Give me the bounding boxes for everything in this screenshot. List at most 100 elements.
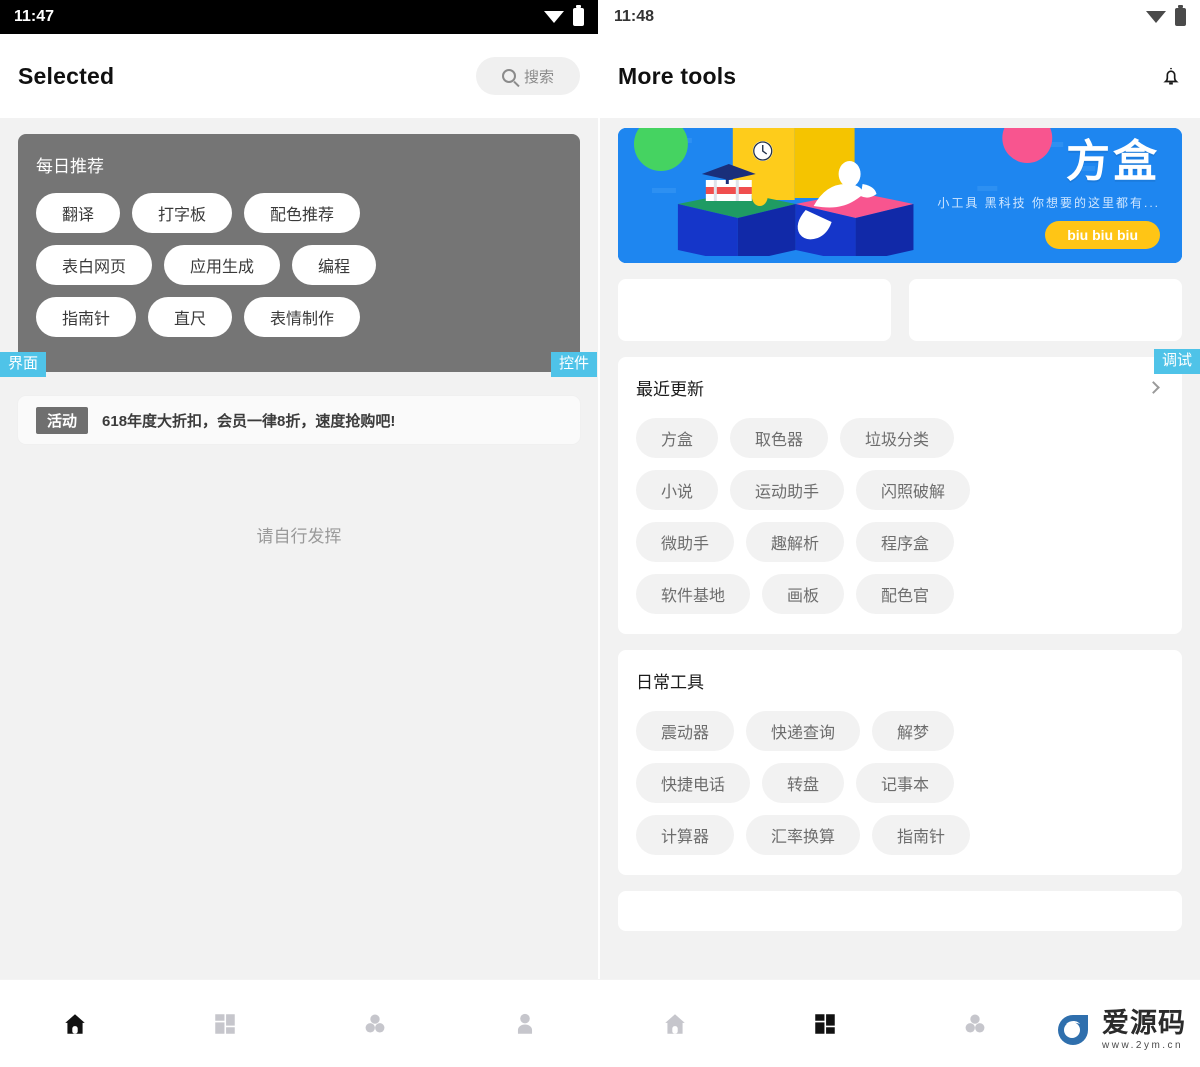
placeholder-card[interactable] [618, 279, 891, 341]
watermark-name: 爱源码 [1102, 1007, 1186, 1038]
bell-icon[interactable] [1160, 64, 1182, 88]
dual-panel-screen: 11:47 Selected 搜索 每日推荐 翻译 打字板 配色推荐 表白网页 … [0, 0, 1200, 1067]
wifi-icon [544, 11, 564, 23]
nav-item-person[interactable] [450, 1011, 600, 1037]
nav-item-home[interactable] [600, 1011, 750, 1037]
chip-row: 小说 运动助手 闪照破解 [636, 470, 1164, 510]
watermark-url: www.2ym.cn [1102, 1039, 1184, 1051]
badge-interface: 界面 [0, 352, 47, 377]
chip-item[interactable]: 表情制作 [244, 297, 361, 337]
home-icon [665, 1013, 685, 1034]
section-header: 日常工具 [636, 668, 1164, 693]
chip-row: 震动器 快递查询 解梦 [636, 711, 1164, 751]
battery-icon [573, 5, 584, 26]
left-bottom-nav [0, 980, 600, 1067]
recent-updates-chip-list: 方盒 取色器 垃圾分类 小说 运动助手 闪照破解 微助手 趣解析 程序盒 软件基… [636, 418, 1164, 614]
chip-item[interactable]: 震动器 [636, 711, 735, 751]
chip-item[interactable]: 微助手 [636, 522, 735, 562]
placeholder-card-row [618, 279, 1182, 341]
banner-cta-button[interactable]: biu biu biu [1045, 221, 1160, 249]
section-header[interactable]: 最近更新 [636, 375, 1164, 400]
nav-item-home[interactable] [0, 1011, 150, 1037]
recent-updates-section: 最近更新 方盒 取色器 垃圾分类 小说 运动助手 闪照破解 微助手 趣解析 程序… [618, 357, 1182, 634]
banner-title: 方盒 [1066, 137, 1160, 186]
chip-item[interactable]: 小说 [636, 470, 719, 510]
chip-item[interactable]: 程序盒 [856, 522, 955, 562]
placeholder-hint: 请自行发挥 [256, 527, 342, 546]
chip-row: 微助手 趣解析 程序盒 [636, 522, 1164, 562]
dashboard-icon [215, 1013, 235, 1034]
person-icon [517, 1013, 533, 1034]
chip-item[interactable]: 指南针 [872, 815, 971, 855]
chip-item[interactable]: 解梦 [872, 711, 955, 751]
group-icon [365, 1013, 385, 1032]
chip-item[interactable]: 应用生成 [164, 245, 281, 285]
section-title: 最近更新 [636, 380, 704, 399]
chip-item[interactable]: 配色官 [856, 574, 955, 614]
chip-item[interactable]: 运动助手 [730, 470, 845, 510]
chip-row: 翻译 打字板 配色推荐 [36, 193, 562, 233]
chip-item[interactable]: 快递查询 [746, 711, 861, 751]
page-title: Selected [18, 62, 115, 89]
daily-tools-chip-list: 震动器 快递查询 解梦 快捷电话 转盘 记事本 计算器 汇率换算 指南针 [636, 711, 1164, 855]
nav-item-group[interactable] [300, 1011, 450, 1037]
chip-item[interactable]: 取色器 [730, 418, 829, 458]
chip-item[interactable]: 软件基地 [636, 574, 751, 614]
chip-row: 方盒 取色器 垃圾分类 [636, 418, 1164, 458]
chip-item[interactable]: 趣解析 [746, 522, 845, 562]
nav-item-group[interactable] [900, 1011, 1050, 1037]
chip-item[interactable]: 汇率换算 [746, 815, 861, 855]
aiyuanma-logo-icon [1058, 1015, 1088, 1045]
badge-widget: 控件 [551, 352, 598, 377]
daily-recommend-card: 每日推荐 翻译 打字板 配色推荐 表白网页 应用生成 编程 指南针 直尺 表情制… [18, 134, 580, 372]
chip-item[interactable]: 方盒 [636, 418, 719, 458]
chip-item[interactable]: 打字板 [132, 193, 233, 233]
chip-item[interactable]: 闪照破解 [856, 470, 971, 510]
chip-item[interactable]: 转盘 [762, 763, 845, 803]
chip-row: 快捷电话 转盘 记事本 [636, 763, 1164, 803]
status-icons [544, 5, 584, 26]
daily-recommend-title: 每日推荐 [36, 157, 104, 176]
battery-icon [1175, 5, 1186, 26]
status-time: 11:48 [614, 8, 655, 25]
wifi-icon [1146, 11, 1166, 23]
right-app-bar: More tools [600, 34, 1200, 118]
chip-item[interactable]: 编程 [292, 245, 377, 285]
chip-item[interactable]: 直尺 [148, 297, 233, 337]
chip-row: 软件基地 画板 配色官 [636, 574, 1164, 614]
site-watermark: 爱源码 www.2ym.cn [1052, 1009, 1186, 1051]
chip-item[interactable]: 翻译 [36, 193, 121, 233]
next-section-card-partial[interactable] [618, 891, 1182, 931]
status-time: 11:47 [14, 8, 55, 25]
activity-notice-bar[interactable]: 活动 618年度大折扣，会员一律8折，速度抢购吧! [18, 396, 580, 444]
badge-debug: 调试 [1153, 349, 1200, 374]
placeholder-card[interactable] [909, 279, 1182, 341]
chevron-right-icon[interactable] [1147, 381, 1160, 394]
chip-item[interactable]: 计算器 [636, 815, 735, 855]
right-content: 方盒 小工具 黑科技 你想要的这里都有... biu biu biu 最近更新 … [600, 128, 1200, 931]
chip-item[interactable]: 表白网页 [36, 245, 153, 285]
search-icon [501, 69, 516, 83]
home-icon [65, 1013, 85, 1034]
chip-item[interactable]: 配色推荐 [244, 193, 361, 233]
page-title: More tools [618, 62, 737, 89]
group-icon [965, 1013, 985, 1032]
banner-text-block: 方盒 小工具 黑科技 你想要的这里都有... biu biu biu [937, 140, 1160, 249]
chip-item[interactable]: 画板 [762, 574, 845, 614]
chip-row: 计算器 汇率换算 指南针 [636, 815, 1164, 855]
chip-item[interactable]: 指南针 [36, 297, 137, 337]
search-placeholder: 搜索 [523, 68, 554, 86]
chip-item[interactable]: 快捷电话 [636, 763, 751, 803]
chip-item[interactable]: 记事本 [856, 763, 955, 803]
notice-text: 618年度大折扣，会员一律8折，速度抢购吧! [102, 412, 396, 430]
left-status-bar: 11:47 [0, 0, 598, 34]
chip-item[interactable]: 垃圾分类 [840, 418, 955, 458]
search-input[interactable]: 搜索 [475, 57, 580, 95]
chip-row: 指南针 直尺 表情制作 [36, 297, 562, 337]
nav-item-dashboard[interactable] [150, 1011, 300, 1037]
left-content: 每日推荐 翻译 打字板 配色推荐 表白网页 应用生成 编程 指南针 直尺 表情制… [0, 118, 598, 547]
status-icons [1146, 5, 1186, 26]
promo-banner[interactable]: 方盒 小工具 黑科技 你想要的这里都有... biu biu biu [618, 128, 1182, 263]
daily-tools-section: 日常工具 震动器 快递查询 解梦 快捷电话 转盘 记事本 计算器 汇率换算 指南… [618, 650, 1182, 875]
nav-item-dashboard[interactable] [750, 1011, 900, 1037]
